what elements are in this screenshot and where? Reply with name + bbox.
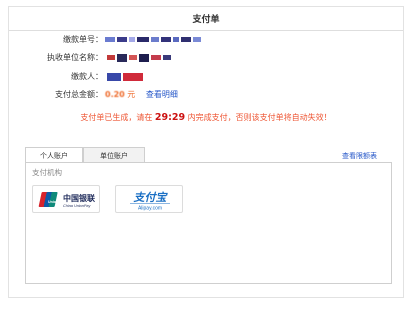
org-name-label: 执收单位名称： [47, 53, 103, 62]
view-limit-table-link[interactable]: 查看限额表 [342, 151, 377, 161]
payer-row: 缴款人： [9, 70, 403, 84]
org-name-value-redacted [107, 51, 173, 65]
order-number-label: 缴款单号： [63, 35, 103, 44]
unionpay-option[interactable]: UnionPay 中国银联 China UnionPay [32, 185, 100, 213]
order-number-row: 缴款单号： [9, 33, 403, 47]
alipay-cn-text: 支付宝 [133, 191, 169, 204]
total-amount-label: 支付总金额： [55, 90, 103, 99]
view-details-link[interactable]: 查看明细 [146, 90, 178, 99]
total-amount-value: 0.20 元 查看明细 [105, 88, 178, 102]
payment-order-container: 支付单 缴款单号： 执收单位名称： 缴款人： 支付总金额： 0.20 元 查看明… [8, 6, 404, 298]
notice-suffix: 内完成支付，否则该支付单将自动失效！ [187, 113, 332, 122]
unionpay-en-text: China UnionPay [63, 204, 92, 208]
org-name-row: 执收单位名称： [9, 51, 403, 65]
payer-value-redacted [107, 70, 145, 84]
alipay-en-text: Alipay.com [138, 206, 162, 212]
payment-institution-panel: 支付机构 UnionPay 中国银联 China UnionPay 支付宝 Al… [25, 162, 392, 284]
tab-organization-account[interactable]: 单位账户 [83, 147, 145, 163]
unionpay-cn-text: 中国银联 [63, 193, 95, 203]
unionpay-logo-icon: UnionPay 中国银联 China UnionPay [38, 192, 95, 208]
amount-number: 0.20 [105, 90, 125, 99]
total-amount-row: 支付总金额： 0.20 元 查看明细 [9, 88, 403, 102]
payer-label: 缴款人： [71, 72, 103, 81]
expiry-notice: 支付单已生成，请在 29:29 内完成支付，否则该支付单将自动失效！ [9, 111, 403, 125]
amount-unit: 元 [127, 90, 136, 99]
title-divider [9, 30, 403, 31]
order-number-value-redacted [105, 33, 203, 47]
payment-institution-label: 支付机构 [32, 168, 62, 177]
alipay-logo-icon: 支付宝 Alipay.com [130, 191, 170, 212]
countdown-timer: 29:29 [154, 112, 186, 123]
alipay-option[interactable]: 支付宝 Alipay.com [115, 185, 183, 213]
page-title: 支付单 [192, 15, 220, 25]
notice-prefix: 支付单已生成，请在 [80, 113, 153, 122]
